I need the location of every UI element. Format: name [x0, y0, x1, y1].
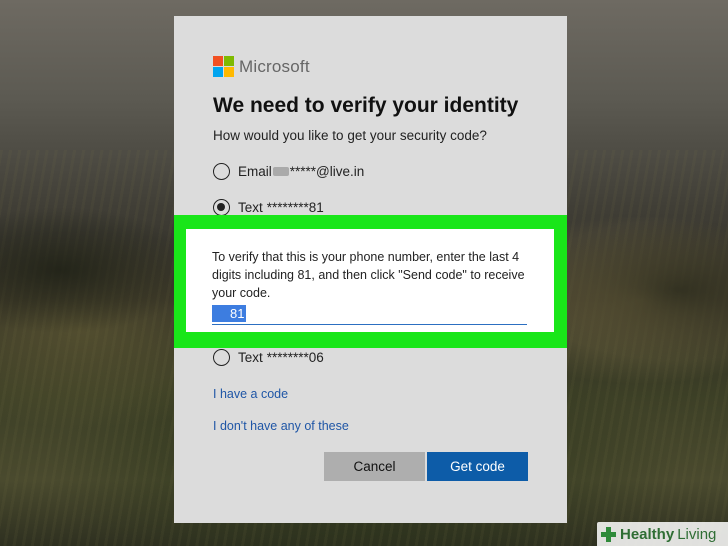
- radio-email[interactable]: [213, 163, 230, 180]
- phone-digits-input[interactable]: 81: [212, 303, 527, 325]
- highlight-frame: To verify that this is your phone number…: [174, 215, 567, 348]
- option-text-06-value: ********06: [266, 350, 324, 365]
- watermark-part1: Healthy: [620, 525, 675, 543]
- radio-text-06[interactable]: [213, 349, 230, 366]
- option-text-81-value: ********81: [266, 200, 324, 215]
- option-email[interactable]: Email *****@live.in: [213, 163, 364, 180]
- verify-instructions: To verify that this is your phone number…: [212, 250, 525, 300]
- radio-text-81[interactable]: [213, 199, 230, 216]
- have-code-link[interactable]: I have a code: [213, 387, 288, 401]
- watermark-part2: Living: [677, 525, 717, 543]
- redacted-mask: [272, 167, 289, 176]
- plus-icon: [601, 526, 616, 542]
- microsoft-squares-icon: [213, 56, 234, 77]
- option-text-06-prefix: Text: [238, 350, 263, 365]
- microsoft-logo: Microsoft: [213, 56, 310, 77]
- option-text-81[interactable]: Text ********81: [213, 199, 324, 216]
- page-subtitle: How would you like to get your security …: [213, 128, 487, 143]
- healthy-living-watermark: Healthy Living: [597, 522, 728, 546]
- option-text-81-prefix: Text: [238, 200, 263, 215]
- verify-panel: To verify that this is your phone number…: [186, 229, 554, 332]
- phone-digits-value: 81: [212, 305, 247, 322]
- no-options-link[interactable]: I don't have any of these: [213, 419, 349, 433]
- option-email-value: *****@live.in: [289, 164, 365, 179]
- brand-name: Microsoft: [239, 56, 310, 76]
- page-title: We need to verify your identity: [213, 94, 519, 117]
- option-text-06[interactable]: Text ********06: [213, 349, 324, 366]
- cancel-button[interactable]: Cancel: [324, 452, 425, 481]
- option-email-prefix: Email: [238, 164, 272, 179]
- get-code-button[interactable]: Get code: [427, 452, 528, 481]
